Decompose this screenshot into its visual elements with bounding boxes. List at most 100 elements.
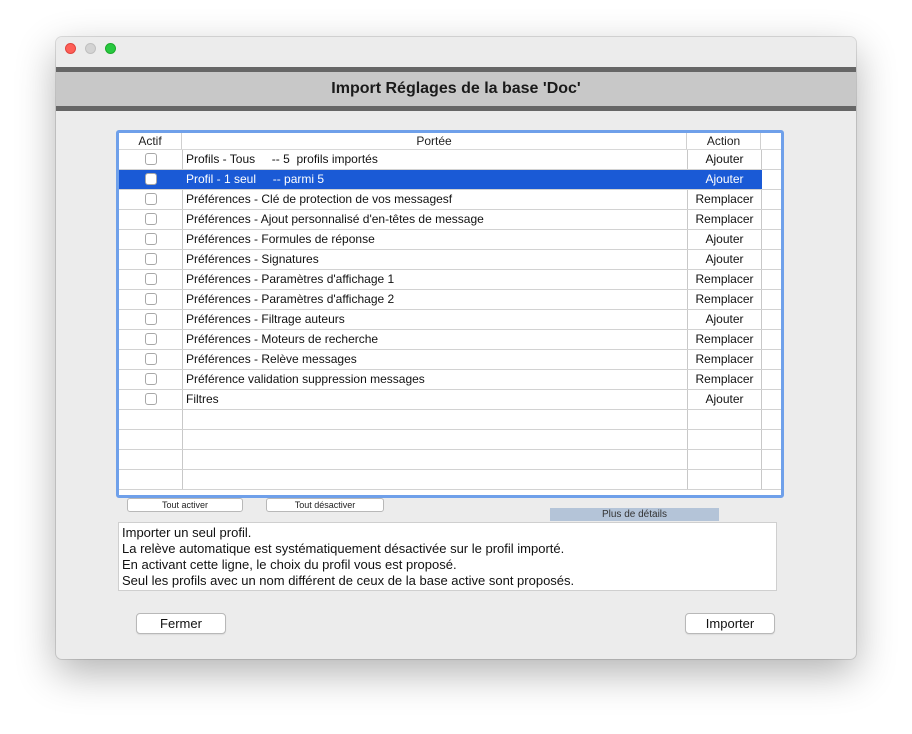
cell-portee: Préférences - Relève messages <box>183 350 688 369</box>
table-row[interactable]: Préférences - Signatures Ajouter <box>119 250 781 270</box>
cell-actif <box>119 450 183 469</box>
cell-actif <box>119 150 183 169</box>
zoom-window-icon[interactable] <box>105 43 116 54</box>
cell-action[interactable]: Ajouter <box>688 390 762 409</box>
column-header-actif[interactable]: Actif <box>119 133 182 149</box>
cell-actif <box>119 230 183 249</box>
cell-action[interactable]: Remplacer <box>688 350 762 369</box>
import-settings-window: Import Réglages de la base 'Doc' Actif P… <box>56 37 856 659</box>
cell-portee: Préférences - Filtrage auteurs <box>183 310 688 329</box>
cell-portee: Filtres <box>183 390 688 409</box>
table-row[interactable]: Préférences - Relève messages Remplacer <box>119 350 781 370</box>
cell-action[interactable]: Remplacer <box>688 270 762 289</box>
import-button[interactable]: Importer <box>685 613 775 634</box>
row-checkbox[interactable] <box>145 293 157 305</box>
description-line: Importer un seul profil. <box>122 525 252 540</box>
table-row[interactable]: Profils - Tous -- 5 profils importés Ajou… <box>119 150 781 170</box>
table-row[interactable]: Filtres Ajouter <box>119 390 781 410</box>
cell-actif <box>119 270 183 289</box>
cell-action[interactable]: Remplacer <box>688 190 762 209</box>
cell-spacer <box>762 210 781 229</box>
cell-portee: Préférences - Paramètres d'affichage 2 <box>183 290 688 309</box>
cell-action[interactable]: Ajouter <box>688 230 762 249</box>
table-row[interactable]: Profil - 1 seul -- parmi 5 Ajouter <box>119 170 781 190</box>
row-checkbox[interactable] <box>145 253 157 265</box>
description-line: En activant cette ligne, le choix du pro… <box>122 557 457 572</box>
cell-action[interactable]: Ajouter <box>688 310 762 329</box>
more-details-button[interactable]: Plus de détails <box>550 508 719 521</box>
column-header-spacer <box>761 133 781 149</box>
cell-portee: Préférences - Clé de protection de vos m… <box>183 190 688 209</box>
close-button[interactable]: Fermer <box>136 613 226 634</box>
row-checkbox[interactable] <box>145 233 157 245</box>
cell-actif <box>119 290 183 309</box>
cell-action[interactable]: Remplacer <box>688 290 762 309</box>
table-row[interactable]: Préférences - Filtrage auteurs Ajouter <box>119 310 781 330</box>
cell-portee: Profil - 1 seul -- parmi 5 <box>183 170 688 189</box>
column-header-portee[interactable]: Portée <box>182 133 687 149</box>
cell-action <box>688 430 762 449</box>
row-checkbox[interactable] <box>145 153 157 165</box>
cell-portee: Préférences - Paramètres d'affichage 1 <box>183 270 688 289</box>
column-header-action[interactable]: Action <box>687 133 761 149</box>
cell-spacer <box>762 170 781 189</box>
row-checkbox[interactable] <box>145 273 157 285</box>
header-band: Import Réglages de la base 'Doc' <box>56 67 856 111</box>
deactivate-all-button[interactable]: Tout désactiver <box>266 498 384 512</box>
table-header: Actif Portée Action <box>119 133 781 150</box>
row-checkbox[interactable] <box>145 193 157 205</box>
cell-actif <box>119 370 183 389</box>
cell-spacer <box>762 430 781 449</box>
cell-spacer <box>762 290 781 309</box>
cell-action[interactable]: Remplacer <box>688 370 762 389</box>
cell-spacer <box>762 330 781 349</box>
cell-portee: Préférences - Moteurs de recherche <box>183 330 688 349</box>
activate-all-button[interactable]: Tout activer <box>127 498 243 512</box>
cell-spacer <box>762 270 781 289</box>
cell-spacer <box>762 450 781 469</box>
cell-portee <box>183 450 688 469</box>
cell-actif <box>119 330 183 349</box>
row-checkbox[interactable] <box>145 173 157 185</box>
cell-portee: Préférences - Signatures <box>183 250 688 269</box>
cell-action[interactable]: Ajouter <box>688 250 762 269</box>
table-row[interactable]: Préférences - Paramètres d'affichage 1 Re… <box>119 270 781 290</box>
settings-table[interactable]: Actif Portée Action Profils - Tous -- 5 … <box>116 130 784 498</box>
cell-action[interactable]: Remplacer <box>688 210 762 229</box>
cell-spacer <box>762 410 781 429</box>
table-row[interactable]: Préférences - Formules de réponse Ajouter <box>119 230 781 250</box>
row-checkbox[interactable] <box>145 353 157 365</box>
empty-table-row <box>119 450 781 470</box>
table-row[interactable]: Préférences - Clé de protection de vos m… <box>119 190 781 210</box>
cell-portee: Préférence validation suppression messag… <box>183 370 688 389</box>
cell-action[interactable]: Remplacer <box>688 330 762 349</box>
cell-portee <box>183 430 688 449</box>
table-row[interactable]: Préférences - Moteurs de recherche Rempla… <box>119 330 781 350</box>
cell-action <box>688 450 762 469</box>
cell-actif <box>119 190 183 209</box>
cell-portee: Préférences - Formules de réponse <box>183 230 688 249</box>
description-box: Importer un seul profil. La relève autom… <box>118 522 777 591</box>
cell-spacer <box>762 310 781 329</box>
cell-actif <box>119 250 183 269</box>
row-checkbox[interactable] <box>145 313 157 325</box>
table-row[interactable]: Préférence validation suppression messag… <box>119 370 781 390</box>
cell-spacer <box>762 390 781 409</box>
table-row[interactable]: Préférences - Paramètres d'affichage 2 Re… <box>119 290 781 310</box>
row-checkbox[interactable] <box>145 333 157 345</box>
close-window-icon[interactable] <box>65 43 76 54</box>
titlebar <box>56 37 856 59</box>
cell-action[interactable]: Ajouter <box>688 150 762 169</box>
row-checkbox[interactable] <box>145 213 157 225</box>
cell-actif <box>119 170 183 189</box>
cell-spacer <box>762 370 781 389</box>
minimize-window-icon <box>85 43 96 54</box>
cell-actif <box>119 210 183 229</box>
empty-table-row <box>119 470 781 490</box>
cell-action <box>688 470 762 489</box>
cell-action[interactable]: Ajouter <box>688 170 762 189</box>
row-checkbox[interactable] <box>145 393 157 405</box>
row-checkbox[interactable] <box>145 373 157 385</box>
table-row[interactable]: Préférences - Ajout personnalisé d'en-tê… <box>119 210 781 230</box>
description-line: La relève automatique est systématiqueme… <box>122 541 565 556</box>
